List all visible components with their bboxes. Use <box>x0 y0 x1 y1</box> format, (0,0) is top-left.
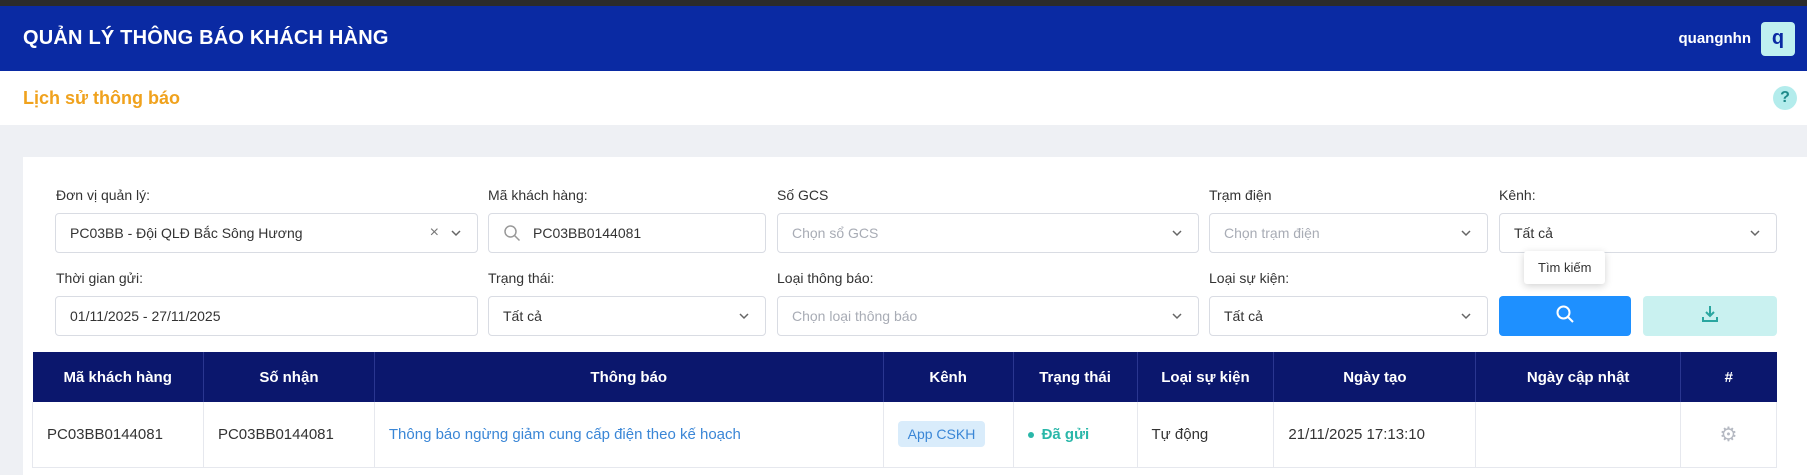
search-icon <box>1555 304 1575 328</box>
col-ngay-cap-nhat[interactable]: Ngày cập nhật <box>1475 352 1681 402</box>
thoi-gian-value: 01/11/2025 - 27/11/2025 <box>70 308 221 324</box>
cell-trang-thai: Đã gửi <box>1013 402 1138 468</box>
don-vi-label: Đơn vị quản lý: <box>56 187 151 203</box>
chevron-down-icon <box>1748 226 1762 240</box>
loai-tb-label: Loại thông báo: <box>777 270 874 286</box>
loai-tb-select[interactable]: Chọn loại thông báo <box>777 296 1199 336</box>
col-trang-thai[interactable]: Trạng thái <box>1013 352 1138 402</box>
app-title: QUẢN LÝ THÔNG BÁO KHÁCH HÀNG <box>23 27 389 49</box>
loai-su-kien-label: Loại sự kiện: <box>1209 270 1290 286</box>
status-text: Đã gửi <box>1041 425 1090 443</box>
chevron-down-icon <box>449 226 463 240</box>
app-header: QUẢN LÝ THÔNG BÁO KHÁCH HÀNG quangnhn q <box>0 6 1807 71</box>
col-so-nhan[interactable]: Số nhận <box>203 352 375 402</box>
kenh-label: Kênh: <box>1499 187 1536 203</box>
so-gcs-placeholder: Chọn sổ GCS <box>792 225 879 241</box>
cell-so-nhan: PC03BB0144081 <box>203 402 375 468</box>
ma-kh-value: PC03BB0144081 <box>533 225 642 241</box>
status-badge: Đã gửi <box>1027 425 1090 443</box>
don-vi-value: PC03BB - Đội QLĐ Bắc Sông Hương <box>70 225 303 241</box>
user-menu[interactable]: quangnhn q <box>1678 21 1795 56</box>
tram-dien-select[interactable]: Chọn trạm điện <box>1209 213 1488 253</box>
ma-kh-input[interactable]: PC03BB0144081 <box>488 213 766 253</box>
col-actions: # <box>1680 352 1777 402</box>
col-thong-bao[interactable]: Thông báo <box>374 352 884 402</box>
close-icon[interactable]: × <box>430 225 439 241</box>
search-tooltip: Tìm kiếm <box>1524 251 1606 284</box>
username: quangnhn <box>1678 30 1751 47</box>
thoi-gian-picker[interactable]: 01/11/2025 - 27/11/2025 <box>55 296 478 336</box>
col-kenh[interactable]: Kênh <box>883 352 1014 402</box>
table-header-row: Mã khách hàng Số nhận Thông báo Kênh Trạ… <box>32 352 1777 402</box>
export-button[interactable] <box>1643 296 1777 336</box>
don-vi-select[interactable]: PC03BB - Đội QLĐ Bắc Sông Hương × <box>55 213 478 253</box>
search-button[interactable] <box>1499 296 1631 336</box>
notification-link[interactable]: Thông báo ngừng giảm cung cấp điện theo … <box>389 426 741 443</box>
help-icon[interactable]: ? <box>1773 86 1797 110</box>
chevron-down-icon <box>1170 226 1184 240</box>
page-header: Lịch sử thông báo ? <box>0 71 1807 125</box>
trang-thai-select[interactable]: Tất cả <box>488 296 766 336</box>
avatar[interactable]: q <box>1761 21 1795 56</box>
notification-history-table: Mã khách hàng Số nhận Thông báo Kênh Trạ… <box>32 352 1777 468</box>
status-dot-icon <box>1027 431 1034 438</box>
cell-thong-bao: Thông báo ngừng giảm cung cấp điện theo … <box>374 402 884 468</box>
so-gcs-label: Số GCS <box>777 187 829 203</box>
cell-ngay-tao: 21/11/2025 17:13:10 <box>1273 402 1477 468</box>
thoi-gian-label: Thời gian gửi: <box>56 270 144 286</box>
col-loai-su-kien[interactable]: Loại sự kiện <box>1137 352 1275 402</box>
cell-loai-su-kien: Tự động <box>1137 402 1275 468</box>
trang-thai-value: Tất cả <box>503 308 542 324</box>
col-ngay-tao[interactable]: Ngày tạo <box>1273 352 1477 402</box>
tram-dien-label: Trạm điện <box>1209 187 1272 203</box>
loai-su-kien-value: Tất cả <box>1224 308 1263 324</box>
chevron-down-icon <box>737 309 751 323</box>
page-title: Lịch sử thông báo <box>23 87 181 108</box>
trang-thai-label: Trạng thái: <box>488 270 555 286</box>
gear-icon[interactable]: ⚙ <box>1720 424 1738 446</box>
channel-tag: App CSKH <box>897 420 986 447</box>
cell-ma-kh: PC03BB0144081 <box>32 402 204 468</box>
loai-tb-placeholder: Chọn loại thông báo <box>792 308 918 324</box>
download-icon <box>1700 304 1720 328</box>
table-row[interactable]: PC03BB0144081 PC03BB0144081 Thông báo ng… <box>32 402 1777 468</box>
chevron-down-icon <box>1170 309 1184 323</box>
search-icon <box>503 224 521 242</box>
chevron-down-icon <box>1459 309 1473 323</box>
cell-kenh: App CSKH <box>883 402 1014 468</box>
kenh-select[interactable]: Tất cả <box>1499 213 1777 253</box>
col-ma-kh[interactable]: Mã khách hàng <box>32 352 204 402</box>
so-gcs-select[interactable]: Chọn sổ GCS <box>777 213 1199 253</box>
loai-su-kien-select[interactable]: Tất cả <box>1209 296 1488 336</box>
cell-actions: ⚙ <box>1680 402 1777 468</box>
kenh-value: Tất cả <box>1514 225 1553 241</box>
cell-ngay-cap-nhat <box>1475 402 1681 468</box>
ma-kh-label: Mã khách hàng: <box>488 187 588 203</box>
tram-dien-placeholder: Chọn trạm điện <box>1224 225 1320 241</box>
chevron-down-icon <box>1459 226 1473 240</box>
